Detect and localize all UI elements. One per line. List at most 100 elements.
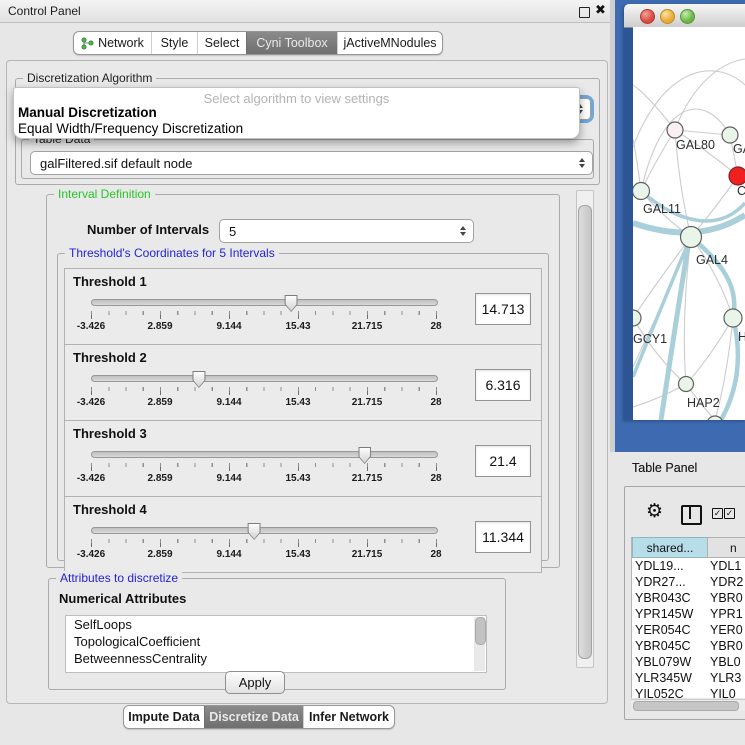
checkbox-icon[interactable]: ✓ (712, 508, 723, 519)
threshold-4-block: Threshold 4 -3.4262.8599.14415.4321.7152… (64, 496, 542, 573)
table-row[interactable]: YPR145WYPR1 (632, 606, 745, 622)
threshold-3-slider[interactable] (91, 451, 438, 458)
table-row[interactable]: YIL052CYIL0 (632, 686, 745, 698)
threshold-3-slider-thumb[interactable] (358, 447, 371, 464)
tab-jactivemnodules-label: jActiveMNodules (343, 36, 436, 50)
threshold-1-tick-labels: -3.4262.8599.14415.4321.71528 (91, 321, 436, 333)
attributes-list-scrollbar[interactable] (474, 617, 485, 671)
minimize-traffic-light-icon[interactable] (660, 9, 675, 24)
close-traffic-light-icon[interactable] (640, 9, 655, 24)
network-window-titlebar[interactable] (624, 4, 745, 28)
network-canvas[interactable]: GAL80 GA GAL11 C GAL4 GCY1 H HAP2 (633, 27, 745, 420)
tab-discretize-data[interactable]: Discretize Data (204, 706, 303, 728)
threshold-1-label: Threshold 1 (73, 274, 147, 289)
interval-definition-title: Interval Definition (54, 187, 155, 201)
threshold-1-slider[interactable] (91, 299, 438, 306)
tick-label: 15.43 (285, 549, 310, 560)
tab-impute-data[interactable]: Impute Data (124, 706, 204, 728)
threshold-3-block: Threshold 3 -3.4262.8599.14415.4321.7152… (64, 420, 542, 497)
tick-label: 15.43 (285, 397, 310, 408)
tick-label: 9.144 (216, 397, 241, 408)
node-top-right[interactable] (722, 127, 738, 143)
threshold-2-slider-thumb[interactable] (192, 371, 205, 388)
threshold-3-value-field[interactable]: 21.4 (475, 445, 531, 477)
number-of-intervals-combo[interactable]: 5 (219, 219, 474, 243)
tab-infer-network[interactable]: Infer Network (303, 706, 394, 728)
table-row[interactable]: YDL19...YDL1 (632, 558, 745, 574)
tab-select[interactable]: Select (197, 32, 246, 54)
list-item[interactable]: SelfLoops (66, 616, 486, 633)
column-header-shared-name[interactable]: shared... (632, 537, 708, 558)
tick-label: 21.715 (352, 321, 383, 332)
table-row[interactable]: YDR27...YDR2 (632, 574, 745, 590)
tab-style[interactable]: Style (151, 32, 197, 54)
table-horizontal-scrollbar[interactable] (631, 699, 745, 711)
popup-item-manual-discretization[interactable]: Manual Discretization (17, 105, 576, 121)
split-view-icon[interactable] (681, 505, 702, 525)
node-label-gcy1: GCY1 (633, 332, 667, 346)
popup-item-equal-width-frequency[interactable]: Equal Width/Frequency Discretization (17, 121, 576, 137)
scrollbar-thumb[interactable] (633, 701, 739, 711)
zoom-traffic-light-icon[interactable] (680, 9, 695, 24)
tick-label: 2.859 (147, 321, 172, 332)
node-label-gal4: GAL4 (696, 253, 728, 267)
node-red-selected[interactable] (729, 167, 745, 185)
node-gal4[interactable] (681, 227, 702, 248)
node-label-partial-h: H (738, 330, 745, 344)
threshold-4-ticks (91, 539, 437, 547)
threshold-2-value-field[interactable]: 6.316 (475, 369, 531, 401)
checkbox-icon[interactable]: ✓ (724, 508, 735, 519)
tick-label: -3.426 (77, 549, 105, 560)
threshold-4-value-field[interactable]: 11.344 (475, 521, 531, 553)
node-gcy1[interactable] (633, 310, 641, 326)
threshold-2-ticks (91, 387, 437, 395)
node-gal11[interactable] (633, 183, 650, 200)
tick-label: 2.859 (147, 397, 172, 408)
tick-label: 9.144 (216, 473, 241, 484)
control-panel-titlebar: Control Panel ✖ (0, 0, 612, 23)
threshold-4-slider-thumb[interactable] (248, 523, 261, 540)
table-data-combo[interactable]: galFiltered.sif default node (30, 151, 593, 175)
tab-network-label: Network (98, 36, 144, 50)
node-hap2[interactable] (679, 377, 694, 392)
table-row[interactable]: YBL079WYBL0 (632, 654, 745, 670)
tab-cyni-toolbox[interactable]: Cyni Toolbox (246, 32, 337, 54)
table-row[interactable]: YBR043CYBR0 (632, 590, 745, 606)
combo-stepper-icon (460, 226, 466, 236)
threshold-1-value-field[interactable]: 14.713 (475, 293, 531, 325)
float-window-icon[interactable] (579, 7, 590, 18)
gear-icon[interactable]: ⚙ (646, 502, 663, 521)
close-icon[interactable]: ✖ (595, 2, 606, 18)
node-gal80[interactable] (667, 122, 683, 138)
threshold-4-slider[interactable] (91, 527, 438, 534)
tick-label: 21.715 (352, 397, 383, 408)
node-label-hap2: HAP2 (687, 396, 720, 410)
scrollbar-thumb[interactable] (578, 205, 592, 659)
tab-network[interactable]: Network (74, 32, 151, 54)
settings-vertical-scrollbar[interactable] (576, 190, 594, 668)
apply-button[interactable]: Apply (225, 671, 285, 694)
tab-cyni-toolbox-label: Cyni Toolbox (256, 36, 327, 50)
table-row[interactable]: YLR345WYLR3 (632, 670, 745, 686)
table-panel-title: Table Panel (632, 461, 697, 475)
threshold-1-ticks (91, 311, 437, 319)
network-view-window: GAL80 GA GAL11 C GAL4 GCY1 H HAP2 (624, 4, 745, 420)
discretization-algorithm-group-title: Discretization Algorithm (23, 71, 156, 85)
table-row[interactable]: YBR045CYBR0 (632, 638, 745, 654)
list-item[interactable]: BetweennessCentrality (66, 650, 486, 667)
node-label-partial-c: C (737, 184, 745, 198)
tab-jactivemnodules[interactable]: jActiveMNodules (337, 32, 442, 54)
tick-label: 15.43 (285, 473, 310, 484)
combo-stepper-icon (579, 158, 585, 168)
threshold-2-slider[interactable] (91, 375, 438, 382)
number-of-intervals-value: 5 (229, 224, 236, 239)
table-row[interactable]: YER054CYER0 (632, 622, 745, 638)
threshold-1-slider-thumb[interactable] (285, 295, 298, 312)
node-h[interactable] (724, 309, 742, 327)
threshold-1-block: Threshold 1 -3.4262.8599.14415.4321.7152… (64, 268, 542, 345)
thresholds-group-title: Threshold's Coordinates for 5 Intervals (65, 246, 279, 260)
list-item[interactable]: TopologicalCoefficient (66, 633, 486, 650)
tick-label: 28 (430, 321, 441, 332)
column-header-name[interactable]: n (707, 537, 745, 558)
tab-style-label: Style (161, 36, 189, 50)
